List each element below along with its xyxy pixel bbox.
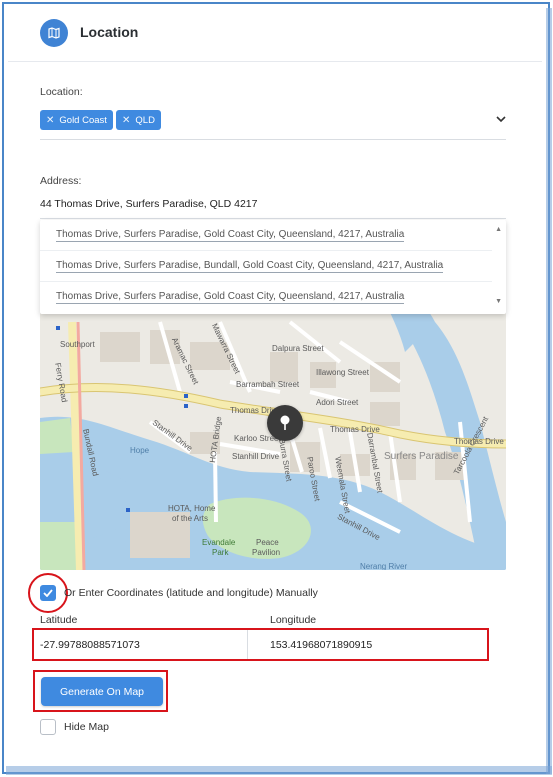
map-label-hope: Hope xyxy=(130,446,150,455)
hide-map-checkbox[interactable] xyxy=(40,719,56,735)
location-multiselect[interactable]: ✕ Gold Coast ✕ QLD xyxy=(40,106,506,140)
map-label-surfers-paradise: Surfers Paradise xyxy=(384,451,459,462)
page-title: Location xyxy=(80,24,139,40)
map-label-peace: Peace xyxy=(256,538,279,547)
map-label-barrambah: Barrambah Street xyxy=(236,380,300,389)
remove-tag-icon[interactable]: ✕ xyxy=(46,115,54,126)
location-label: Location: xyxy=(40,86,83,98)
tag-gold-coast[interactable]: ✕ Gold Coast xyxy=(40,110,113,130)
address-suggestions: Thomas Drive, Surfers Paradise, Gold Coa… xyxy=(40,220,506,314)
suggestion-item[interactable]: Thomas Drive, Surfers Paradise, Gold Coa… xyxy=(40,282,492,313)
frame-shadow-right xyxy=(546,8,552,774)
map-label-evandale: Evandale xyxy=(202,538,236,547)
hide-map-label: Hide Map xyxy=(64,721,109,733)
latitude-input[interactable]: -27.99788088571073 xyxy=(34,630,246,659)
map-icon xyxy=(40,19,68,47)
map-label-hota-2: of the Arts xyxy=(172,514,209,523)
manual-coordinates-checkbox[interactable] xyxy=(40,585,56,601)
longitude-label: Longitude xyxy=(270,614,317,626)
check-icon xyxy=(43,589,53,597)
suggestion-item[interactable]: Thomas Drive, Surfers Paradise, Gold Coa… xyxy=(40,220,492,251)
tag-qld[interactable]: ✕ QLD xyxy=(116,110,161,130)
map-label-evandale-park: Park xyxy=(212,548,229,557)
tag-label: QLD xyxy=(135,114,155,126)
scroll-up-icon[interactable]: ▲ xyxy=(495,226,502,233)
generate-on-map-button[interactable]: Generate On Map xyxy=(41,677,163,706)
address-underline xyxy=(40,218,506,219)
map-label-nerang-river: Nerang River xyxy=(360,562,408,570)
remove-tag-icon[interactable]: ✕ xyxy=(122,115,130,126)
address-label: Address: xyxy=(40,175,82,187)
coord-divider xyxy=(247,630,248,659)
card-header: Location xyxy=(8,6,542,62)
scroll-down-icon[interactable]: ▼ xyxy=(495,298,502,305)
tag-label: Gold Coast xyxy=(59,114,107,126)
map-label-adori: Adori Street xyxy=(316,398,359,407)
map-label-hota: HOTA, Home xyxy=(168,504,216,513)
map-label-pavilion: Pavilion xyxy=(252,548,281,557)
address-input[interactable]: 44 Thomas Drive, Surfers Paradise, QLD 4… xyxy=(40,198,258,210)
map-label-dalpura: Dalpura Street xyxy=(272,344,324,353)
longitude-input[interactable]: 153.41968071890915 xyxy=(264,630,484,659)
latitude-label: Latitude xyxy=(40,614,78,626)
chevron-down-icon[interactable] xyxy=(496,116,506,123)
map-label-stanhill-2: Stanhill Drive xyxy=(232,452,280,461)
suggestion-item[interactable]: Thomas Drive, Surfers Paradise, Bundall,… xyxy=(40,251,492,282)
map-pin-icon[interactable] xyxy=(267,405,303,441)
manual-coordinates-label: Or Enter Coordinates (latitude and longi… xyxy=(64,587,318,599)
map-label-illawong: Illawong Street xyxy=(316,368,369,377)
frame-shadow xyxy=(6,766,552,775)
coordinates-highlight: -27.99788088571073 153.41968071890915 xyxy=(32,628,489,661)
map-label-southport: Southport xyxy=(60,340,95,349)
generate-highlight: Generate On Map xyxy=(33,670,168,712)
